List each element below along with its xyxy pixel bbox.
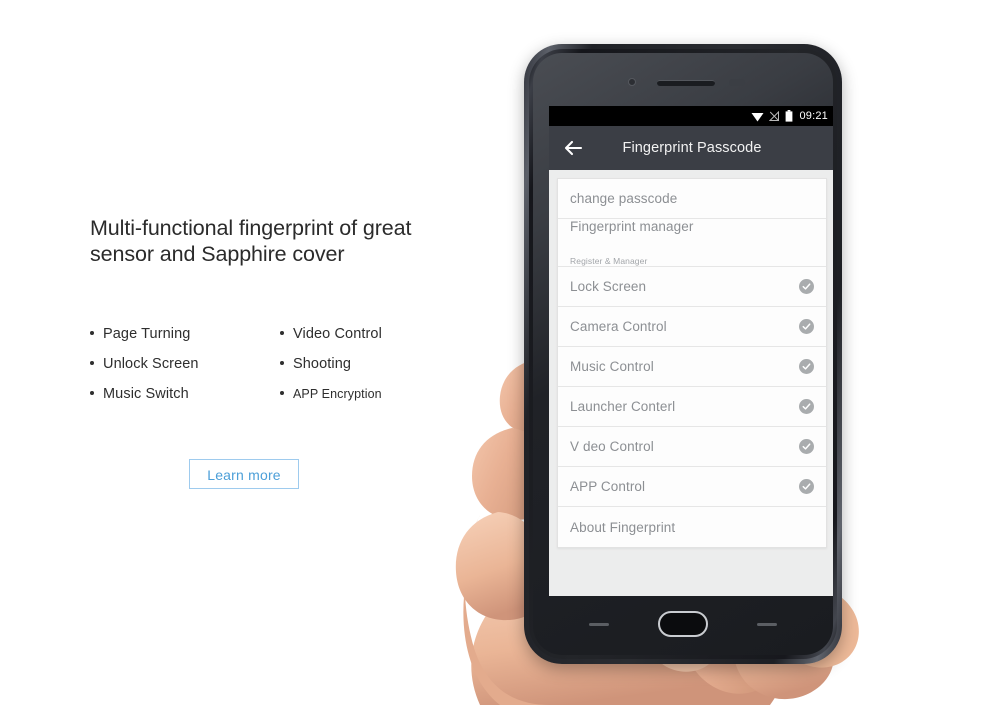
- settings-row-app-control[interactable]: APP Control: [558, 467, 826, 507]
- app-bar-title: Fingerprint Passcode: [622, 140, 762, 156]
- list-item: Shooting: [280, 349, 460, 379]
- list-item: Page Turning: [90, 319, 280, 349]
- check-circle-icon[interactable]: [799, 439, 814, 454]
- feature-label: Shooting: [293, 356, 352, 372]
- list-item: Unlock Screen: [90, 349, 280, 379]
- phone-screen: 09:21 Fingerprint Passcode change passco…: [549, 106, 833, 596]
- battery-icon: [786, 110, 793, 122]
- feature-label: Music Switch: [103, 386, 189, 402]
- bullet-icon: [280, 391, 284, 395]
- settings-row-change-passcode[interactable]: change passcode: [558, 179, 826, 219]
- screen-content: change passcode Fingerprint manager Regi…: [549, 170, 833, 596]
- bullet-icon: [90, 391, 94, 395]
- feature-label: Unlock Screen: [103, 356, 199, 372]
- feature-label: APP Encryption: [293, 387, 382, 401]
- feature-label: Page Turning: [103, 326, 191, 342]
- settings-list: change passcode Fingerprint manager Regi…: [557, 178, 827, 548]
- check-circle-icon[interactable]: [799, 399, 814, 414]
- earpiece-speaker-icon: [657, 80, 715, 86]
- check-circle-icon[interactable]: [799, 359, 814, 374]
- phone-front-panel: 09:21 Fingerprint Passcode change passco…: [533, 53, 833, 655]
- settings-row-music-control[interactable]: Music Control: [558, 347, 826, 387]
- row-label: Fingerprint manager: [570, 219, 694, 234]
- bullet-icon: [90, 361, 94, 365]
- status-clock: 09:21: [799, 110, 828, 122]
- back-capacitive-key[interactable]: [757, 623, 777, 626]
- bullet-icon: [280, 331, 284, 335]
- list-item: Video Control: [280, 319, 460, 349]
- settings-row-launcher-control[interactable]: Launcher Conterl: [558, 387, 826, 427]
- recents-capacitive-key[interactable]: [589, 623, 609, 626]
- row-sublabel: Register & Manager: [570, 256, 648, 266]
- settings-row-lock-screen[interactable]: Lock Screen: [558, 267, 826, 307]
- bullet-icon: [280, 361, 284, 365]
- row-label: About Fingerprint: [570, 519, 676, 535]
- feature-column-right: Video Control Shooting APP Encryption: [280, 319, 460, 409]
- row-label: Camera Control: [570, 319, 667, 334]
- bullet-icon: [90, 331, 94, 335]
- settings-row-fingerprint-manager[interactable]: Fingerprint manager Register & Manager: [558, 219, 826, 267]
- feature-column-left: Page Turning Unlock Screen Music Switch: [90, 319, 280, 409]
- learn-more-button[interactable]: Learn more: [189, 459, 299, 489]
- proximity-sensor-icon: [628, 78, 636, 86]
- settings-row-video-control[interactable]: V deo Control: [558, 427, 826, 467]
- feature-label: Video Control: [293, 326, 382, 342]
- status-bar: 09:21: [549, 106, 833, 126]
- row-label: V deo Control: [570, 439, 654, 454]
- back-arrow-icon[interactable]: [562, 137, 584, 159]
- row-label: Music Control: [570, 359, 654, 374]
- phone-device: 09:21 Fingerprint Passcode change passco…: [524, 44, 842, 664]
- check-circle-icon[interactable]: [799, 479, 814, 494]
- list-item: Music Switch: [90, 379, 280, 409]
- list-item: APP Encryption: [280, 379, 460, 409]
- home-fingerprint-button[interactable]: [658, 611, 708, 637]
- marketing-pane: Multi-functional fingerprint of great se…: [90, 215, 460, 409]
- row-label: change passcode: [570, 191, 678, 206]
- check-circle-icon[interactable]: [799, 319, 814, 334]
- row-label: APP Control: [570, 479, 646, 494]
- signal-off-icon: [769, 110, 780, 121]
- row-label: Launcher Conterl: [570, 399, 676, 414]
- wifi-icon: [751, 112, 764, 121]
- front-camera-icon: [729, 79, 745, 86]
- settings-row-about-fingerprint[interactable]: About Fingerprint: [558, 507, 826, 547]
- check-circle-icon[interactable]: [799, 279, 814, 294]
- row-label: Lock Screen: [570, 279, 647, 294]
- settings-row-camera-control[interactable]: Camera Control: [558, 307, 826, 347]
- app-bar: Fingerprint Passcode: [549, 126, 833, 170]
- feature-list: Page Turning Unlock Screen Music Switch …: [90, 319, 460, 409]
- page-title: Multi-functional fingerprint of great se…: [90, 216, 412, 266]
